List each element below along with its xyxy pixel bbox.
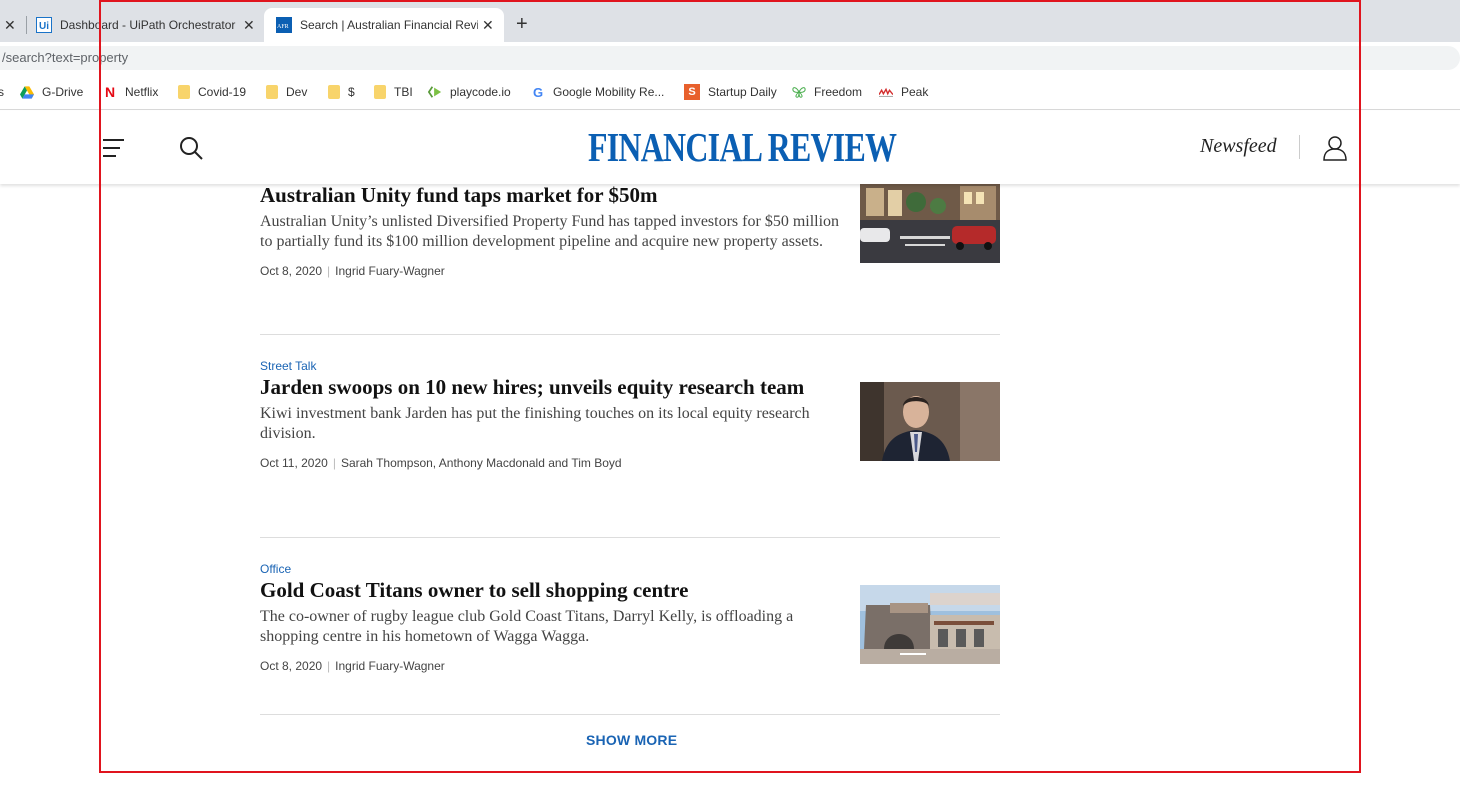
svg-text:AFR: AFR	[277, 24, 289, 30]
address-bar: /search?text=property	[0, 42, 1460, 74]
article-divider	[260, 537, 1000, 538]
gdrive-icon	[20, 85, 34, 99]
meta-separator: |	[327, 659, 331, 673]
bookmark-netflix[interactable]: N Netflix	[103, 83, 158, 101]
close-tab-icon[interactable]: ✕	[243, 17, 255, 34]
article-headline[interactable]: Jarden swoops on 10 new hires; unveils e…	[260, 374, 830, 400]
tab-title: Search | Australian Financial Revie	[300, 18, 478, 32]
article-author[interactable]: Ingrid Fuary-Wagner	[335, 264, 445, 278]
bookmark-label: Dev	[286, 85, 308, 99]
article-headline[interactable]: Australian Unity fund taps market for $5…	[260, 182, 830, 208]
bookmarks-bar: s G-Drive N Netflix Covid-19 Dev $ TBI p…	[0, 74, 1460, 110]
bookmark-dollar[interactable]: $	[328, 83, 355, 101]
afr-icon: AFR	[276, 17, 292, 33]
article-author[interactable]: Sarah Thompson, Anthony Macdonald and Ti…	[341, 456, 622, 470]
bookmark-label: Peak	[901, 85, 929, 99]
apps-icon: s	[0, 85, 4, 99]
article-author[interactable]: Ingrid Fuary-Wagner	[335, 659, 445, 673]
article-card[interactable]: Street Talk Jarden swoops on 10 new hire…	[260, 358, 1000, 470]
header-divider	[1299, 135, 1300, 159]
bookmark-label: Netflix	[125, 85, 159, 99]
bookmark-label: Startup Daily	[708, 85, 777, 99]
search-icon[interactable]	[178, 135, 204, 161]
article-category[interactable]: Office	[260, 561, 1000, 577]
article-thumbnail-portrait[interactable]	[860, 382, 1000, 461]
tab-title: Dashboard - UiPath Orchestrator	[60, 18, 236, 32]
bookmark-apps[interactable]: s	[0, 83, 4, 101]
svg-text:Ui: Ui	[39, 21, 49, 32]
article-card[interactable]: Australian Unity fund taps market for $5…	[260, 182, 1000, 278]
close-tab-icon[interactable]: ✕	[482, 17, 494, 34]
user-account-icon[interactable]	[1322, 135, 1348, 161]
article-date: Oct 8, 2020	[260, 264, 323, 278]
site-header: FINANCIAL REVIEW Newsfeed	[0, 111, 1460, 184]
article-headline[interactable]: Gold Coast Titans owner to sell shopping…	[260, 577, 830, 603]
close-tab-icon[interactable]: ✕	[4, 17, 16, 34]
meta-separator: |	[327, 264, 331, 278]
article-meta: Oct 8, 2020 | Ingrid Fuary-Wagner	[260, 264, 1000, 278]
article-summary: Kiwi investment bank Jarden has put the …	[260, 405, 810, 442]
bookmark-peak[interactable]: Peak	[879, 83, 928, 101]
article-category[interactable]: Street Talk	[260, 358, 1000, 374]
article-summary: The co-owner of rugby league club Gold C…	[260, 608, 794, 645]
bookmark-google-mobility[interactable]: G Google Mobility Re...	[531, 83, 664, 101]
article-date: Oct 11, 2020	[260, 456, 328, 470]
article-thumbnail-shopping-centre[interactable]	[860, 585, 1000, 664]
bookmark-label: Google Mobility Re...	[553, 85, 665, 99]
hamburger-menu-icon[interactable]	[102, 138, 126, 158]
bookmark-startup-daily[interactable]: S Startup Daily	[684, 83, 777, 101]
bookmark-dev[interactable]: Dev	[266, 83, 307, 101]
new-tab-plus-icon[interactable]: +	[516, 14, 528, 34]
bookmark-label: playcode.io	[450, 85, 511, 99]
bookmark-playcode[interactable]: playcode.io	[428, 83, 511, 101]
article-date: Oct 8, 2020	[260, 659, 323, 673]
newsfeed-link[interactable]: Newsfeed	[1200, 135, 1277, 158]
folder-icon	[266, 85, 278, 99]
playcode-icon	[428, 85, 442, 99]
article-summary: Australian Unity’s unlisted Diversified …	[260, 213, 840, 250]
meta-separator: |	[332, 456, 336, 470]
search-results: Australian Unity fund taps market for $5…	[0, 182, 1460, 797]
article-card[interactable]: Office Gold Coast Titans owner to sell s…	[260, 561, 1000, 673]
article-divider	[260, 714, 1000, 715]
url-field[interactable]: /search?text=property	[0, 46, 1460, 70]
bookmark-freedom[interactable]: Freedom	[792, 83, 862, 101]
uipath-icon: Ui	[36, 17, 52, 33]
browser-tab-uipath[interactable]: Ui Dashboard - UiPath Orchestrator ✕	[26, 8, 264, 42]
bookmark-tbi[interactable]: TBI	[374, 83, 413, 101]
peak-icon	[879, 85, 893, 99]
netflix-icon: N	[104, 84, 116, 100]
bookmark-label: Freedom	[814, 85, 863, 99]
bookmark-covid19[interactable]: Covid-19	[178, 83, 246, 101]
google-icon: G	[532, 84, 544, 100]
show-more-button[interactable]: SHOW MORE	[586, 732, 677, 748]
browser-tab-partial[interactable]: ✕	[0, 8, 20, 42]
bookmark-gdrive[interactable]: G-Drive	[20, 83, 83, 101]
folder-icon	[374, 85, 386, 99]
article-thumbnail-street-scene[interactable]	[860, 184, 1000, 263]
browser-tab-afr-active[interactable]: AFR Search | Australian Financial Revie …	[264, 8, 504, 42]
bookmark-label: TBI	[394, 85, 413, 99]
bookmark-label: G-Drive	[42, 85, 84, 99]
browser-tab-strip: ✕ Ui Dashboard - UiPath Orchestrator ✕ A…	[0, 0, 1460, 42]
article-divider	[260, 334, 1000, 335]
folder-icon	[328, 85, 340, 99]
startup-daily-icon: S	[684, 84, 700, 100]
freedom-icon	[792, 85, 806, 99]
folder-icon	[178, 85, 190, 99]
bookmark-label: Covid-19	[198, 85, 247, 99]
bookmark-label: $	[348, 85, 355, 99]
financial-review-logo[interactable]: FINANCIAL REVIEW	[588, 125, 897, 169]
